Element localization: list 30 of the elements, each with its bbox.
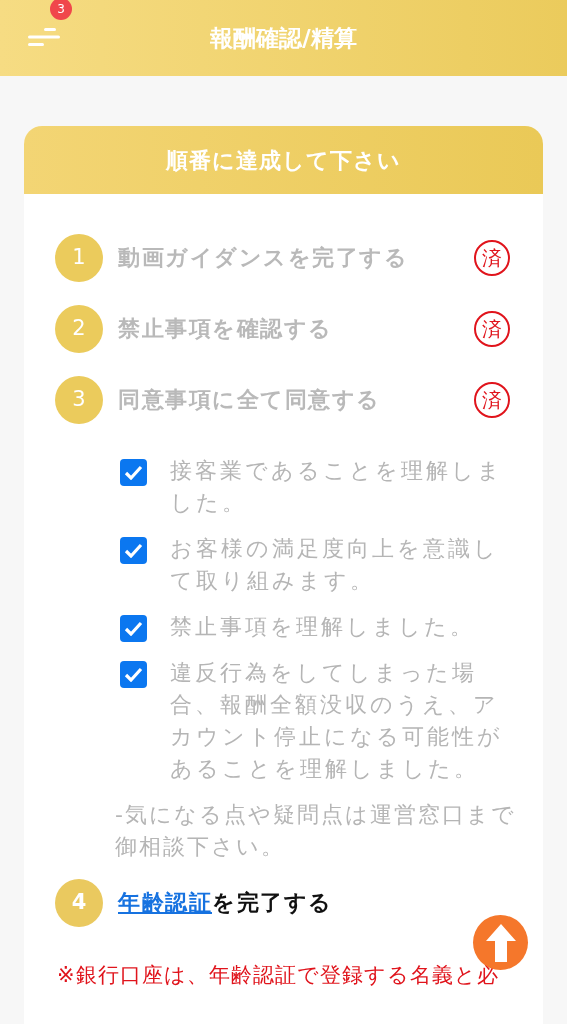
warning-text: ※銀行口座は、年齢認証で登録する名義と必	[56, 962, 500, 989]
checkmark-icon	[124, 667, 143, 682]
done-stamp: 済	[474, 381, 510, 418]
checkbox[interactable]	[120, 661, 147, 688]
agreement-text: 違反行為をしてしまった場合、報酬全額没収のうえ、アカウント停止になる可能性があることを理解しました。	[170, 659, 504, 783]
checkbox[interactable]	[120, 615, 147, 642]
checkmark-icon	[124, 465, 143, 480]
step-text: 動画ガイダンスを完了する	[118, 244, 408, 272]
agreement-text: お客様の満足度向上を意識して取り組みます。	[170, 535, 500, 595]
agreement-text: 禁止事項を理解しました。	[170, 613, 476, 641]
arrow-up-icon	[485, 923, 516, 962]
done-stamp: 済	[474, 239, 510, 276]
checkmark-icon	[124, 543, 143, 558]
notification-badge: 3	[50, 0, 72, 20]
step-text: 同意事項に全て同意する	[118, 386, 381, 414]
note-text: -気になる点や疑問点は運営窓口まで御相談下さい。	[114, 801, 517, 861]
step-number: 3	[55, 375, 103, 424]
checkbox[interactable]	[120, 537, 147, 564]
checkbox[interactable]	[120, 459, 147, 486]
step-number: 2	[55, 304, 103, 353]
checkmark-icon	[124, 621, 143, 636]
page-title: 報酬確認/精算	[210, 23, 357, 53]
step-number: 4	[55, 878, 103, 927]
step-number: 1	[55, 233, 103, 282]
done-stamp: 済	[474, 310, 510, 347]
step-text: 禁止事項を確認する	[118, 315, 333, 343]
age-verification-link[interactable]: 年齢認証	[118, 890, 212, 915]
card-title: 順番に達成して下さい	[166, 146, 401, 175]
agreement-text: 接客業であることを理解しました。	[170, 457, 504, 517]
step-text: 年齢認証を完了する	[118, 889, 333, 917]
